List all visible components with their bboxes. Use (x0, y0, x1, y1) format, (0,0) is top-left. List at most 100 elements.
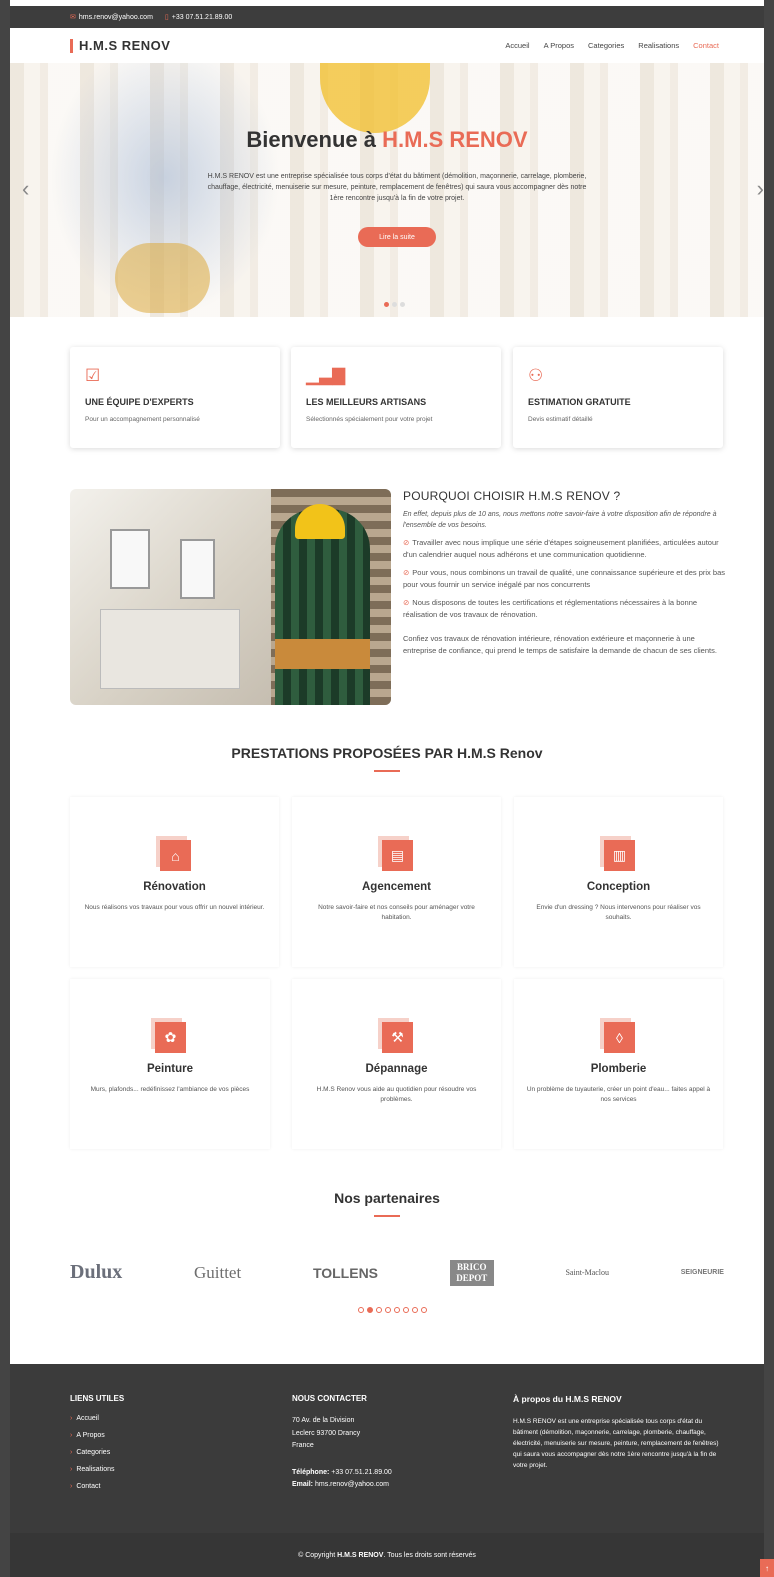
check-circle-icon: ⊘ (403, 538, 410, 547)
feature-title: LES MEILLEURS ARTISANS (306, 397, 427, 407)
service-title: Peinture (146, 1063, 193, 1075)
logo-bar (70, 38, 73, 53)
main-menu: Accueil A Propos Categories Realisations… (505, 41, 719, 50)
why-section: POURQUOI CHOISIR H.M.S RENOV ? En effet,… (403, 489, 725, 657)
page: ✉ hms.renov@yahoo.com ▯ +33 07.51.21.89.00… (0, 0, 774, 1577)
bar-chart-icon: ▁▃▇ (306, 366, 346, 385)
phone-icon: ▯ (164, 14, 169, 21)
carousel-dot[interactable] (412, 1307, 418, 1313)
footer-link-categories[interactable]: › Categories (70, 1449, 124, 1456)
service-card[interactable]: ⚒ Dépannage H.M.S Renov vous aide au quo… (292, 979, 501, 1149)
service-text: Un problème de tuyauterie, créer un poin… (526, 1086, 711, 1103)
why-point: ⊘ Travailler avec nous implique une série… (403, 538, 719, 559)
nav-item-categories[interactable]: Categories (588, 41, 624, 50)
drop-icon: ◊ (604, 1022, 635, 1053)
check-circle-icon: ⊘ (403, 598, 410, 607)
feature-card: ☑ UNE ÉQUIPE D'EXPERTS Pour un accompagn… (70, 347, 280, 448)
footer-link-contact[interactable]: › Contact (70, 1483, 124, 1490)
email-contact[interactable]: ✉ hms.renov@yahoo.com (70, 13, 153, 21)
service-title: Plomberie (590, 1063, 647, 1075)
carousel-dot[interactable] (394, 1307, 400, 1313)
mail-icon: ✉ (70, 14, 76, 21)
service-title: Dépannage (365, 1063, 428, 1075)
partner-logo-brico-depot[interactable]: BRICO DEPOT (449, 1259, 494, 1286)
chevron-right-icon: › (70, 1466, 73, 1473)
read-more-button[interactable]: Lire la suite (358, 227, 436, 247)
back-to-top-button[interactable]: ↑ (760, 1559, 774, 1577)
checklist-icon: ☑ (85, 366, 101, 385)
service-card[interactable]: ⌂ Rénovation Nous réalisons vos travaux … (70, 797, 279, 967)
footer: LIENS UTILES › Accueil › A Propos › Categor… (10, 1364, 764, 1577)
phone-contact[interactable]: ▯ +33 07.51.21.89.00 (165, 13, 232, 21)
hero-slider: Bienvenue à H.M.S RENOV H.M.S RENOV est … (10, 63, 764, 317)
footer-contact: NOUS CONTACTER 70 Av. de la Division Lec… (292, 1394, 392, 1492)
partners-dots (358, 1307, 427, 1313)
why-point: ⊘ Nous disposons de toutes les certificat… (403, 598, 698, 619)
slide-dot[interactable] (384, 302, 389, 307)
top-bar: ✉ hms.renov@yahoo.com ▯ +33 07.51.21.89.00 (10, 6, 764, 28)
nav-item-contact[interactable]: Contact (693, 41, 719, 50)
chevron-left-icon[interactable]: ‹ (22, 176, 29, 202)
partner-logo-guittet[interactable]: Guittet (194, 1263, 241, 1283)
address-line: 70 Av. de la Division (292, 1417, 355, 1424)
left-frame (0, 0, 10, 1577)
vanity-cabinet (100, 609, 240, 689)
service-text: Envie d'un dressing ? Nous intervenons p… (536, 904, 701, 921)
partners-title: Nos partenaires (334, 1190, 440, 1206)
carousel-dot[interactable] (403, 1307, 409, 1313)
chevron-right-icon: › (70, 1432, 73, 1439)
footer-link-realisations[interactable]: › Realisations (70, 1466, 124, 1473)
carousel-dot[interactable] (376, 1307, 382, 1313)
footer-about: À propos du H.M.S RENOV H.M.S RENOV est … (513, 1394, 728, 1471)
hero-helmet (320, 63, 430, 133)
bathroom-worker-image (70, 489, 391, 705)
slide-dot[interactable] (392, 302, 397, 307)
feature-title: ESTIMATION GRATUITE (528, 397, 631, 407)
service-card[interactable]: ◊ Plomberie Un problème de tuyauterie, c… (514, 979, 723, 1149)
footer-link-accueil[interactable]: › Accueil (70, 1415, 124, 1422)
service-card[interactable]: ✿ Peinture Murs, plafonds... redéfinisse… (70, 979, 270, 1149)
carousel-dot[interactable] (385, 1307, 391, 1313)
feature-title: UNE ÉQUIPE D'EXPERTS (85, 397, 194, 407)
carousel-dot[interactable] (358, 1307, 364, 1313)
service-text: Notre savoir-faire et nos conseils pour … (318, 904, 475, 921)
footer-contact-title: NOUS CONTACTER (292, 1394, 367, 1403)
service-card[interactable]: ▤ Agencement Notre savoir-faire et nos c… (292, 797, 501, 967)
partner-logo-seigneurie[interactable]: SEIGNEURIE (681, 1269, 724, 1276)
service-title: Conception (586, 881, 651, 893)
footer-links: LIENS UTILES › Accueil › A Propos › Categor… (70, 1394, 124, 1500)
nav-item-realisations[interactable]: Realisations (638, 41, 679, 50)
carousel-dot[interactable] (367, 1307, 373, 1313)
footer-phone[interactable]: Téléphone: +33 07.51.21.89.00 (292, 1467, 392, 1480)
why-closing: Confiez vos travaux de rénovation intéri… (403, 634, 717, 655)
footer-email[interactable]: Email: hms.renov@yahoo.com (292, 1479, 392, 1492)
home-icon: ⌂ (160, 840, 191, 871)
nav-item-a-propos[interactable]: A Propos (544, 41, 574, 50)
footer-link-a-propos[interactable]: › A Propos (70, 1432, 124, 1439)
why-title: POURQUOI CHOISIR H.M.S RENOV ? (403, 489, 621, 503)
footer-about-title: À propos du H.M.S RENOV (513, 1394, 622, 1404)
arrow-up-icon: ↑ (765, 1563, 769, 1573)
feature-card: ⚇ ESTIMATION GRATUITE Devis estimatif dé… (513, 347, 723, 448)
hero-dots (384, 302, 405, 307)
palette-icon: ✿ (155, 1022, 186, 1053)
chevron-right-icon[interactable]: › (757, 176, 764, 202)
address-line: Leclerc 93700 Drancy (292, 1429, 361, 1437)
footer-links-title: LIENS UTILES (70, 1394, 125, 1403)
right-frame (764, 0, 774, 1577)
partner-logo-saint-maclou[interactable]: Saint-Maclou (565, 1268, 609, 1277)
address-line: France (292, 1442, 314, 1449)
why-lead: En effet, depuis plus de 10 ans, nous me… (403, 511, 717, 529)
site-logo[interactable]: H.M.S RENOV (70, 38, 170, 53)
title-underline (374, 1215, 400, 1217)
mirror (180, 539, 215, 599)
carousel-dot[interactable] (421, 1307, 427, 1313)
partner-logo-dulux[interactable]: Dulux (70, 1261, 122, 1284)
nav-item-accueil[interactable]: Accueil (505, 41, 529, 50)
slide-dot[interactable] (400, 302, 405, 307)
why-point: ⊘ Pour vous, nous combinons un travail de… (403, 568, 725, 589)
check-circle-icon: ⊘ (403, 568, 410, 577)
partner-logo-tollens[interactable]: TOLLENS (313, 1265, 378, 1281)
tool-belt (275, 639, 370, 669)
service-card[interactable]: ▥ Conception Envie d'un dressing ? Nous … (514, 797, 723, 967)
